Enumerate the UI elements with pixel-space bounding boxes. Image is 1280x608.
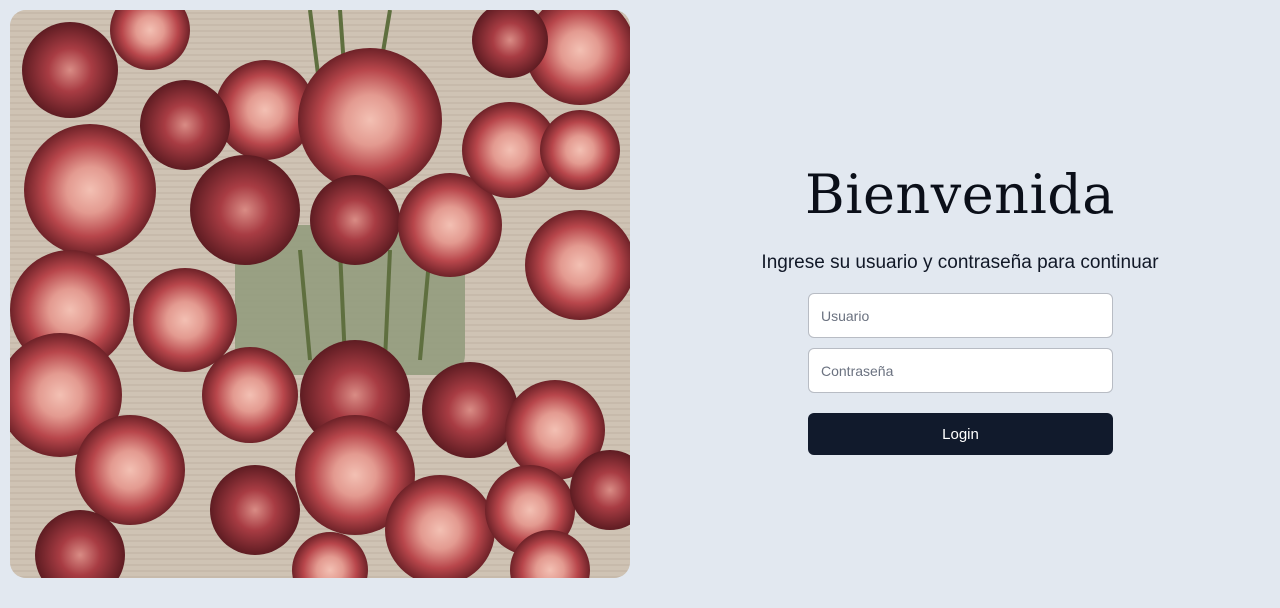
roses-photo	[10, 10, 630, 578]
login-button[interactable]: Login	[808, 413, 1113, 455]
login-panel: Bienvenida Ingrese su usuario y contrase…	[640, 0, 1280, 608]
page-title: Bienvenida	[805, 163, 1115, 226]
password-input[interactable]	[808, 348, 1113, 393]
login-instructions: Ingrese su usuario y contraseña para con…	[761, 252, 1159, 273]
login-page: Bienvenida Ingrese su usuario y contrase…	[0, 0, 1280, 608]
hero-image	[10, 10, 630, 578]
username-input[interactable]	[808, 293, 1113, 338]
